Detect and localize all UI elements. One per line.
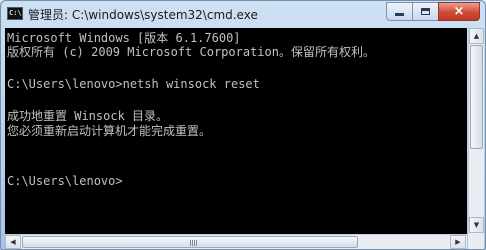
console-line: 版权所有 (c) 2009 Microsoft Corporation。保留所有… [7, 45, 375, 59]
horizontal-scrollbar[interactable]: ◀ ▶ [5, 234, 467, 249]
console-line: 您必须重新启动计算机才能完成重置。 [7, 124, 212, 138]
horizontal-scroll-thumb[interactable] [22, 236, 358, 248]
maximize-button[interactable] [412, 2, 438, 21]
console-prompt: C:\Users\lenovo> [7, 174, 123, 188]
maximize-icon [421, 8, 430, 15]
minimize-icon [395, 13, 404, 16]
scroll-down-icon[interactable]: ▼ [469, 217, 484, 233]
cmd-app-icon[interactable]: C:\ [7, 7, 23, 20]
cmd-window: C:\ 管理员: C:\windows\system32\cmd.exe × M… [0, 0, 486, 250]
title-bar[interactable]: C:\ 管理员: C:\windows\system32\cmd.exe × [1, 1, 485, 28]
window-controls: × [386, 2, 480, 21]
minimize-button[interactable] [386, 2, 412, 21]
close-button[interactable]: × [438, 2, 480, 21]
vertical-scrollbar[interactable]: ▲ ▼ [468, 28, 484, 234]
scroll-up-icon[interactable]: ▲ [469, 28, 484, 44]
console-line: C:\Users\lenovo>netsh winsock reset [7, 77, 260, 91]
vertical-scroll-thumb[interactable] [470, 45, 483, 149]
grip-icon [190, 240, 198, 246]
scroll-left-icon[interactable]: ◀ [5, 235, 21, 249]
console-line: Microsoft Windows [版本 6.1.7600] [7, 31, 241, 45]
window-title: 管理员: C:\windows\system32\cmd.exe [28, 8, 258, 22]
console-line: 成功地重置 Winsock 目录。 [7, 109, 169, 123]
scrollbar-corner [468, 234, 484, 249]
console-output[interactable]: Microsoft Windows [版本 6.1.7600] 版权所有 (c)… [5, 28, 467, 234]
close-icon: × [453, 4, 465, 19]
scroll-right-icon[interactable]: ▶ [450, 235, 466, 249]
